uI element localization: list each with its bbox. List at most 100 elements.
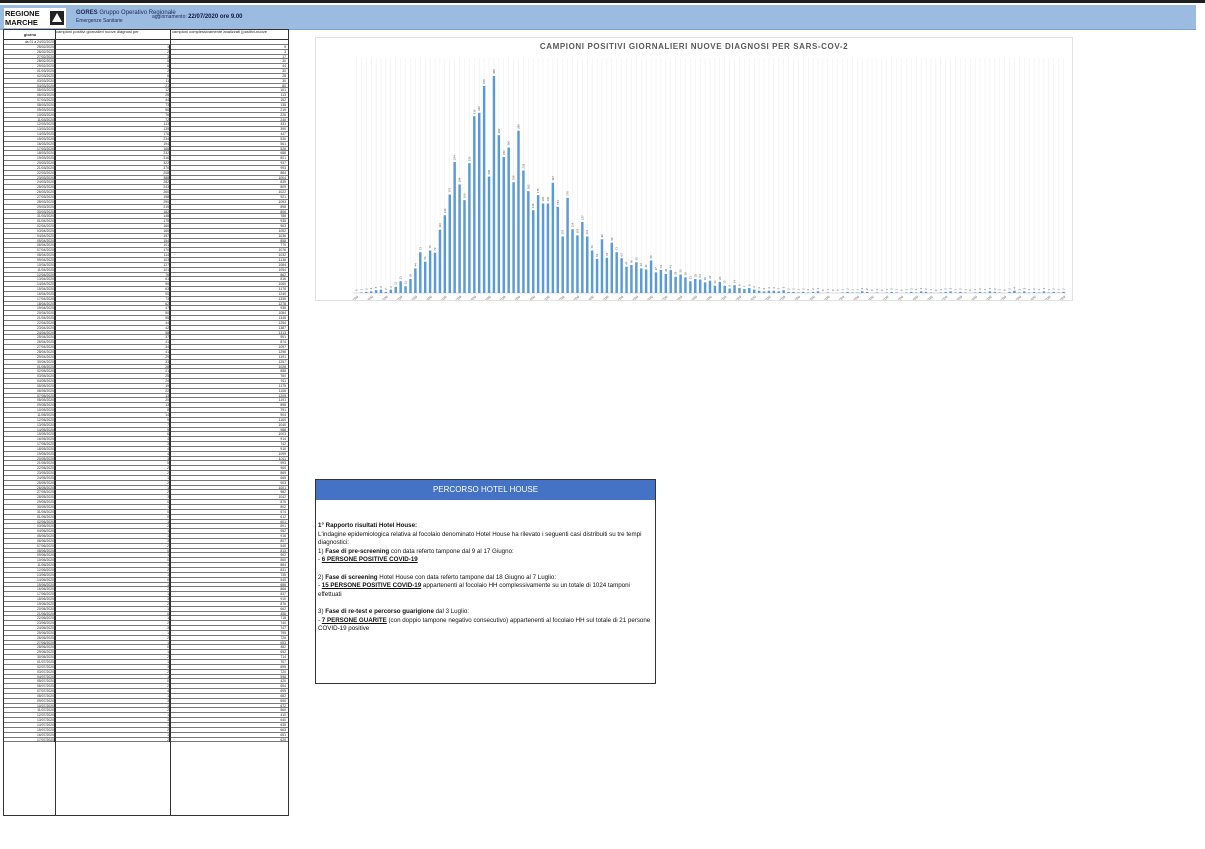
report-header: REGIONE MARCHE GORES Gruppo Operativo Re… xyxy=(0,5,1196,30)
chart-bar xyxy=(698,279,702,293)
chart-bar xyxy=(860,291,864,293)
data-label: 175 xyxy=(536,188,540,193)
chart-bar xyxy=(924,291,928,293)
chart-bar xyxy=(659,270,663,293)
chart-bar xyxy=(369,291,373,293)
chart-bar xyxy=(571,229,574,293)
chart-bar xyxy=(600,239,604,293)
chart-bar xyxy=(797,292,800,293)
chart-bar xyxy=(723,285,726,293)
data-label: 33 xyxy=(679,269,683,273)
chart-bar xyxy=(988,291,992,293)
chart-bar xyxy=(561,236,564,293)
data-label: 370 xyxy=(482,79,486,84)
data-label: 34 xyxy=(664,268,668,272)
table-row: 17/07/2020 2 620 xyxy=(4,737,288,743)
data-label: 41 xyxy=(669,265,673,269)
chart-bar xyxy=(473,116,476,293)
data-label: 139 xyxy=(443,208,447,213)
data-label: 42 xyxy=(644,264,648,268)
chart-bar xyxy=(605,257,609,293)
data-label: 234 xyxy=(453,155,457,160)
chart-bar xyxy=(905,292,908,293)
chart-bar xyxy=(772,290,776,293)
chart-bar xyxy=(566,197,569,293)
data-label: 62 xyxy=(620,253,624,257)
data-label: 55 xyxy=(634,257,638,261)
tick-label: 25/03/2020 xyxy=(492,295,507,300)
org-subtitle: Emergenze Sanitarie xyxy=(76,18,123,24)
tick-label: 06/05/2020 xyxy=(698,295,713,300)
chart-bar xyxy=(811,291,815,293)
tick-label: 31/03/2020 xyxy=(521,295,536,300)
tick-label: da 01 a 24/02/2020 xyxy=(336,295,360,300)
chart-bar xyxy=(590,250,594,293)
chart-bar xyxy=(762,291,766,293)
chart-bar xyxy=(743,289,746,293)
chart-bar xyxy=(610,242,614,293)
data-label: 56 xyxy=(423,256,427,260)
tick-label: 29/06/2020 xyxy=(963,295,978,300)
tick-label: 17/07/2020 xyxy=(1051,295,1066,300)
chart-bar xyxy=(708,280,712,293)
chart-bar xyxy=(929,292,933,293)
data-label: 25 xyxy=(408,273,412,277)
data-label: 63 xyxy=(605,252,609,256)
chart-bar xyxy=(389,289,393,293)
chart-bar xyxy=(806,292,810,293)
chart-bar xyxy=(522,170,525,293)
report-title: 1° Rapporto risultati Hotel House: xyxy=(318,522,418,529)
data-label: 282 xyxy=(497,128,501,133)
tick-label: 10/03/2020 xyxy=(418,295,433,300)
tick-label: 12/04/2020 xyxy=(580,295,595,300)
chart-bar xyxy=(517,130,520,293)
tick-label: 12/05/2020 xyxy=(727,295,742,300)
chart-bar xyxy=(595,258,599,293)
chart-bar xyxy=(1018,292,1021,293)
chart-bar xyxy=(752,289,756,293)
chart-bar xyxy=(360,292,363,293)
chart-bar xyxy=(919,291,923,293)
tick-label: 23/06/2020 xyxy=(934,295,949,300)
tick-label: 26/06/2020 xyxy=(948,295,963,300)
chart-bar xyxy=(959,291,962,293)
tick-label: 03/04/2020 xyxy=(536,295,551,300)
regione-marche-logo: REGIONE MARCHE xyxy=(4,8,66,28)
tick-label: 30/05/2020 xyxy=(816,295,831,300)
data-label: 24 xyxy=(698,274,702,278)
chart-bar xyxy=(1013,290,1016,293)
data-label: 154 xyxy=(556,200,560,205)
data-label: 101 xyxy=(561,229,565,234)
col-header-positives: campioni positivi giornalieri nuove diag… xyxy=(56,30,139,34)
data-label: 76 xyxy=(590,245,594,249)
chart-bar xyxy=(767,290,771,293)
hotel-house-panel: PERCORSO HOTEL HOUSE 1° Rapporto risulta… xyxy=(315,479,656,684)
chart-bar xyxy=(438,229,442,293)
tick-label: 24/04/2020 xyxy=(639,295,654,300)
data-label: 13 xyxy=(713,280,717,284)
chart-bar xyxy=(1042,291,1046,293)
chart-bar xyxy=(482,85,486,293)
tick-label: 27/02/2020 xyxy=(359,295,374,300)
data-label: 73 xyxy=(615,247,619,251)
tick-label: 04/03/2020 xyxy=(389,295,404,300)
chart-bar xyxy=(477,112,481,293)
chart-bar xyxy=(910,291,913,293)
chart-bar xyxy=(1023,291,1026,293)
chart-bar xyxy=(993,291,997,293)
cell-day: 17/07/2020 xyxy=(4,737,55,743)
chart-bar xyxy=(964,292,967,293)
chart-bar xyxy=(944,291,947,293)
tick-label: 08/06/2020 xyxy=(860,295,875,300)
chart-bar xyxy=(399,281,402,293)
data-label: 73 xyxy=(418,247,422,251)
chart-bar xyxy=(748,287,751,293)
chart-bar xyxy=(428,250,432,293)
data-label: 322 xyxy=(477,106,481,111)
data-label: 388 xyxy=(492,69,496,74)
tick-label: 18/05/2020 xyxy=(757,295,772,300)
data-label: 21 xyxy=(688,276,692,280)
tick-label: 06/04/2020 xyxy=(551,295,566,300)
table-header: giorno campioni positivi giornalieri nuo… xyxy=(4,30,288,40)
data-label: 37 xyxy=(654,267,658,271)
